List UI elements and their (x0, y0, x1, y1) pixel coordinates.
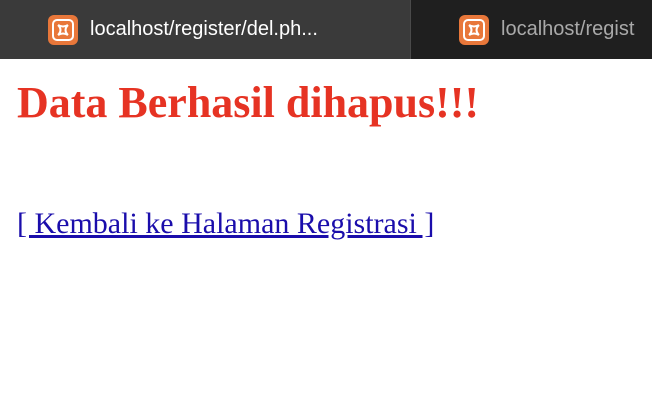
browser-tab-bar: localhost/register/del.ph... localhost/r… (0, 0, 652, 59)
tab-inactive[interactable]: localhost/regist (410, 0, 652, 59)
page-content: Data Berhasil dihapus!!! [ Kembali ke Ha… (0, 59, 652, 412)
tab-title: localhost/regist (501, 18, 635, 40)
back-to-registration-link[interactable]: [ Kembali ke Halaman Registrasi ] (17, 206, 434, 242)
xampp-icon (459, 15, 489, 45)
page-title: Data Berhasil dihapus!!! (17, 78, 480, 127)
tab-title: localhost/register/del.ph... (90, 18, 318, 40)
xampp-icon (48, 15, 78, 45)
tab-active[interactable]: localhost/register/del.ph... (0, 0, 410, 59)
